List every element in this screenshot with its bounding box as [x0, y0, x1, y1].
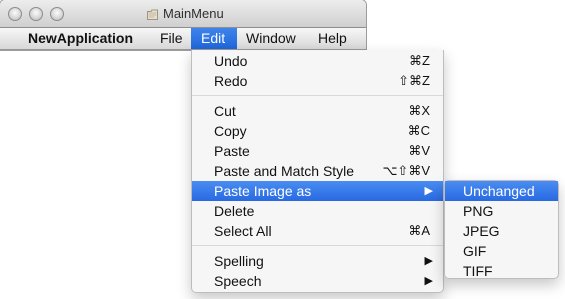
menu-window[interactable]: Window	[236, 28, 306, 49]
paste-image-submenu: Unchanged PNG JPEG GIF TIFF	[444, 180, 559, 279]
menu-item-label: Redo	[214, 73, 248, 89]
minimize-window-button[interactable]	[29, 7, 43, 21]
menu-item-label: Copy	[214, 123, 247, 139]
menu-item-label: Speech	[214, 273, 262, 289]
application-window: MainMenu NewApplication File Edit Window…	[0, 0, 366, 50]
menu-item-label: Select All	[214, 223, 272, 239]
menu-item-spelling[interactable]: Spelling ▶	[192, 251, 443, 271]
menu-bar: NewApplication File Edit Window Help	[0, 28, 366, 50]
submenu-item-png[interactable]: PNG	[445, 201, 558, 221]
menu-item-shortcut: ⇧⌘Z	[398, 73, 430, 88]
menu-item-label: Paste	[214, 143, 250, 159]
menu-newapplication[interactable]: NewApplication	[20, 28, 141, 49]
menu-item-shortcut: ⌘X	[408, 103, 430, 118]
menu-help[interactable]: Help	[308, 28, 357, 49]
menu-item-select-all[interactable]: Select All ⌘A	[192, 221, 443, 241]
submenu-arrow-icon: ▶	[424, 275, 433, 287]
menu-item-redo[interactable]: Redo ⇧⌘Z	[192, 71, 443, 91]
menu-separator	[192, 95, 443, 96]
menu-item-label: Spelling	[214, 253, 264, 269]
submenu-item-label: Unchanged	[463, 183, 535, 199]
menu-item-label: Delete	[214, 203, 255, 219]
menu-item-label: Undo	[214, 53, 248, 69]
submenu-item-jpeg[interactable]: JPEG	[445, 221, 558, 241]
submenu-item-gif[interactable]: GIF	[445, 241, 558, 261]
menu-item-shortcut: ⌘C	[407, 123, 430, 138]
menu-item-paste[interactable]: Paste ⌘V	[192, 141, 443, 161]
submenu-item-label: GIF	[463, 243, 487, 259]
menu-item-label: Paste Image as	[214, 183, 312, 199]
menu-item-label: Cut	[214, 103, 236, 119]
menu-item-label: Paste and Match Style	[214, 163, 355, 179]
menu-item-copy[interactable]: Copy ⌘C	[192, 121, 443, 141]
menu-separator	[192, 245, 443, 246]
submenu-arrow-icon: ▶	[424, 185, 433, 197]
zoom-window-button[interactable]	[50, 7, 64, 21]
submenu-item-label: TIFF	[463, 263, 493, 279]
document-icon	[146, 8, 159, 21]
menu-item-paste-image-as[interactable]: Paste Image as ▶	[192, 181, 443, 201]
menu-item-cut[interactable]: Cut ⌘X	[192, 101, 443, 121]
menu-item-shortcut: ⌘Z	[409, 53, 430, 68]
menu-file[interactable]: File	[150, 28, 193, 49]
submenu-item-label: JPEG	[463, 223, 500, 239]
edit-menu: Undo ⌘Z Redo ⇧⌘Z Cut ⌘X Copy ⌘C Paste ⌘V…	[191, 50, 444, 293]
title-bar: MainMenu	[0, 0, 366, 28]
menu-item-shortcut: ⌘V	[408, 143, 430, 158]
submenu-item-tiff[interactable]: TIFF	[445, 261, 558, 281]
submenu-item-unchanged[interactable]: Unchanged	[445, 181, 558, 201]
menu-item-shortcut: ⌘A	[408, 223, 430, 238]
submenu-item-label: PNG	[463, 203, 494, 219]
menu-item-shortcut: ⌥⇧⌘V	[382, 163, 430, 178]
submenu-arrow-icon: ▶	[424, 255, 433, 267]
window-title-label: MainMenu	[163, 6, 224, 21]
menu-item-speech[interactable]: Speech ▶	[192, 271, 443, 291]
menu-item-undo[interactable]: Undo ⌘Z	[192, 51, 443, 71]
close-window-button[interactable]	[8, 7, 22, 21]
window-title: MainMenu	[146, 6, 224, 22]
menu-item-delete[interactable]: Delete	[192, 201, 443, 221]
menu-item-paste-and-match-style[interactable]: Paste and Match Style ⌥⇧⌘V	[192, 161, 443, 181]
menu-edit[interactable]: Edit	[191, 28, 237, 49]
